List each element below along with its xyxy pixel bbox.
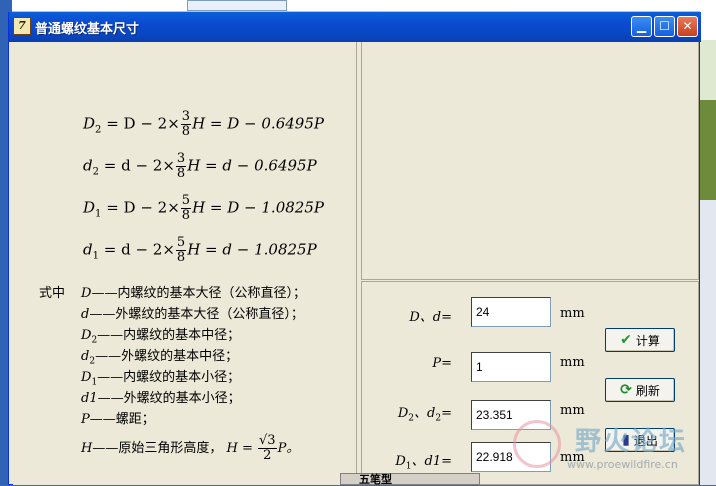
formula-d2-lower: d2 = d − 2× 3 8 H = d − 0.6495P xyxy=(83,151,317,181)
thread-size-window: 7 普通螺纹基本尺寸 ▁ ☐ ✕ D2 = D − 2× 3 8 H = D − 0.… xyxy=(8,12,701,485)
definition-item: D2——内螺纹的基本中径； xyxy=(81,328,241,346)
formula-d1-lower: d1 = d − 2× 5 8 H = d − 1.0825P xyxy=(83,235,317,265)
pitch-diameter-label: D2、d2= xyxy=(397,406,452,424)
minor-diameter-label: D1、d1= xyxy=(395,454,452,472)
watermark-logo-icon xyxy=(513,420,561,468)
desktop-right-strip xyxy=(700,0,716,485)
definition-item: d1——外螺纹的基本小径； xyxy=(81,391,241,406)
definition-item-height: H——原始三角形高度， H = √3 2 P。 xyxy=(81,433,300,463)
definition-item: D——内螺纹的基本大径（公称直径）； xyxy=(81,286,306,301)
watermark-title: 野火论坛 xyxy=(575,427,688,457)
definition-item: d2——外螺纹的基本中径； xyxy=(81,349,239,367)
close-button[interactable]: ✕ xyxy=(677,16,698,37)
refresh-icon: ⟳ xyxy=(620,382,632,398)
watermark-url: www.proewildfire.cn xyxy=(567,458,678,471)
definition-item: d——外螺纹的基本大径（公称直径）； xyxy=(81,307,304,322)
definition-item: D1——内螺纹的基本小径； xyxy=(81,370,241,388)
major-diameter-unit: mm xyxy=(560,306,585,321)
forum-watermark: 野火论坛 www.proewildfire.cn xyxy=(505,418,716,485)
formula-d2-upper: D2 = D − 2× 3 8 H = D − 0.6495P xyxy=(83,109,324,139)
preview-panel xyxy=(361,42,699,280)
input-method-strip: 五笔型 xyxy=(340,473,480,485)
major-diameter-label: D、d= xyxy=(409,310,452,325)
app-icon: 7 xyxy=(13,17,31,35)
pitch-label: P= xyxy=(432,356,452,371)
pitch-field[interactable] xyxy=(471,352,551,382)
maximize-button[interactable]: ☐ xyxy=(654,16,675,37)
major-diameter-field[interactable] xyxy=(471,297,551,327)
refresh-button[interactable]: ⟳ 刷新 xyxy=(605,378,675,402)
formula-d1-upper: D1 = D − 2× 5 8 H = D − 1.0825P xyxy=(83,193,324,223)
formula-panel: D2 = D − 2× 3 8 H = D − 0.6495P d2 = d − 2×… xyxy=(13,42,357,485)
definition-item: P——螺距； xyxy=(81,412,155,427)
calculate-button[interactable]: ✔ 计算 xyxy=(605,328,675,352)
title-bar[interactable]: 7 普通螺纹基本尺寸 ▁ ☐ ✕ xyxy=(9,12,701,42)
pitch-unit: mm xyxy=(560,355,585,370)
definitions-intro: 式中 xyxy=(39,286,66,301)
window-title: 普通螺纹基本尺寸 xyxy=(35,22,140,37)
minimize-button[interactable]: ▁ xyxy=(631,16,652,37)
background-window-strip xyxy=(12,0,700,12)
pitch-diameter-unit: mm xyxy=(560,403,585,418)
background-input-box xyxy=(187,0,287,11)
checkmark-icon: ✔ xyxy=(620,332,632,348)
